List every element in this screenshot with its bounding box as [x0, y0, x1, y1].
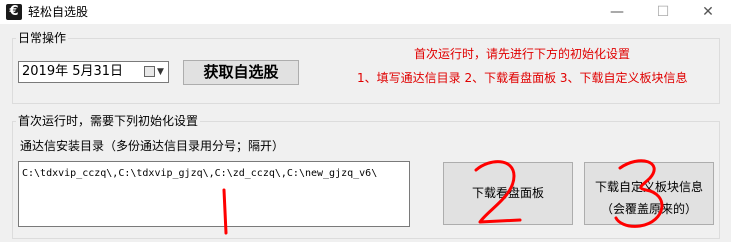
- tdx-path-input[interactable]: C:\tdxvip_cczq\,C:\tdxvip_gjzq\,C:\zd_cc…: [18, 161, 410, 227]
- download-board-button[interactable]: 下载看盘面板: [443, 162, 573, 225]
- hint-line-2: 1、填写通达信目录 2、下载看盘面板 3、下载自定义板块信息: [357, 71, 688, 85]
- date-picker[interactable]: 2019年 5月31日 ▼: [18, 61, 169, 83]
- tdx-path-label: 通达信安装目录（多份通达信目录用分号；隔开）: [20, 139, 285, 153]
- get-stocks-button[interactable]: 获取自选股: [183, 60, 299, 85]
- init-group-label: 首次运行时，需要下列初始化设置: [16, 114, 201, 128]
- chevron-down-icon[interactable]: ▼: [157, 64, 164, 80]
- date-value: 2019年 5月31日: [22, 64, 124, 79]
- minimize-button[interactable]: —: [594, 0, 640, 24]
- download-block-line1: 下载自定义板块信息: [594, 180, 703, 194]
- download-block-button[interactable]: 下载自定义板块信息 （会覆盖原来的）: [584, 162, 714, 225]
- app-logo-icon: €: [6, 4, 22, 20]
- download-block-line2: （会覆盖原来的）: [600, 202, 697, 216]
- tdx-path-value: C:\tdxvip_cczq\,C:\tdxvip_gjzq\,C:\zd_cc…: [22, 168, 378, 179]
- maximize-button[interactable]: ☐: [640, 0, 686, 24]
- title-bar: € 轻松自选股 — ☐ ✕: [0, 0, 731, 24]
- daily-ops-label: 日常操作: [16, 31, 69, 45]
- calendar-icon[interactable]: [144, 66, 155, 77]
- close-button[interactable]: ✕: [685, 0, 731, 24]
- hint-line-1: 首次运行时，请先进行下方的初始化设置: [414, 47, 631, 61]
- window-title: 轻松自选股: [28, 5, 89, 19]
